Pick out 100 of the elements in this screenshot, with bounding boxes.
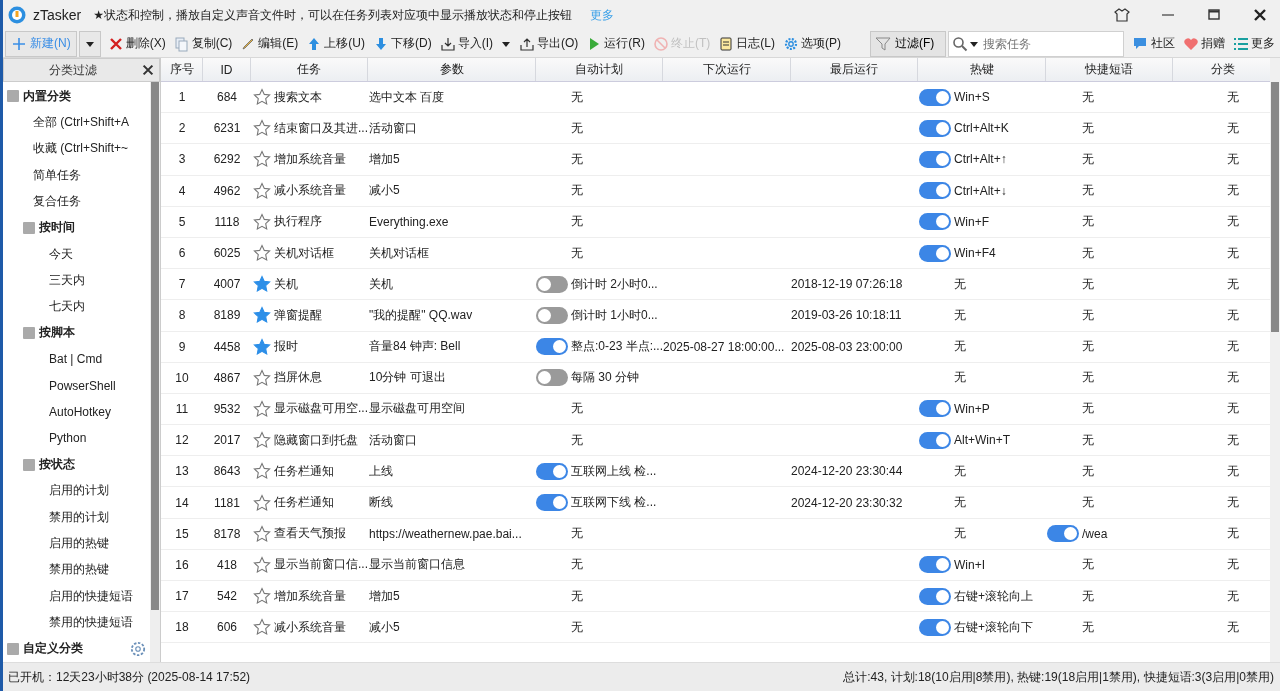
toggle-switch[interactable]: [919, 431, 951, 449]
scrollbar[interactable]: [150, 82, 160, 662]
toolbar-button[interactable]: 日志(L): [715, 30, 778, 57]
category-item[interactable]: 禁用的计划: [49, 508, 109, 526]
table-cell: 606: [217, 620, 237, 635]
category-item[interactable]: 禁用的快捷短语: [49, 613, 133, 631]
column-header[interactable]: 最后运行: [791, 58, 918, 81]
star-outline-icon[interactable]: [253, 462, 271, 481]
toolbar-link[interactable]: 捐赠: [1180, 30, 1228, 57]
toggle-switch[interactable]: [919, 244, 951, 262]
toggle-switch[interactable]: [919, 88, 951, 106]
category-item[interactable]: 禁用的热键: [49, 561, 109, 579]
category-item[interactable]: 启用的快捷短语: [49, 587, 133, 605]
toolbar-button[interactable]: 导入(I): [436, 30, 496, 57]
column-header[interactable]: ID: [203, 58, 251, 81]
toolbar-button[interactable]: 复制(C): [170, 30, 236, 57]
table-cell: 增加5: [369, 587, 400, 605]
column-header[interactable]: 下次运行: [663, 58, 791, 81]
column-header[interactable]: 参数: [368, 58, 536, 81]
star-outline-icon[interactable]: [253, 555, 271, 574]
category-item[interactable]: Python: [49, 431, 87, 446]
toggle-switch[interactable]: [919, 400, 951, 418]
column-header[interactable]: 快捷短语: [1046, 58, 1173, 81]
toolbar-link[interactable]: 社区: [1130, 30, 1178, 57]
toggle-switch[interactable]: [536, 494, 568, 512]
toggle-switch[interactable]: [1047, 525, 1079, 543]
column-header[interactable]: 任务: [251, 58, 368, 81]
category-item[interactable]: 自定义分类: [23, 640, 83, 658]
star-outline-icon[interactable]: [253, 181, 271, 200]
toolbar-button[interactable]: 运行(R): [583, 30, 648, 57]
toolbar-button[interactable]: 导出(O): [516, 30, 582, 57]
table-cell: 无: [1082, 494, 1094, 512]
category-item[interactable]: 按状态: [39, 456, 75, 474]
toggle-switch[interactable]: [536, 306, 568, 324]
category-item[interactable]: 全部 (Ctrl+Shift+A: [33, 113, 130, 131]
column-header[interactable]: 热键: [918, 58, 1046, 81]
table-cell: 14: [175, 495, 189, 510]
toggle-switch[interactable]: [919, 556, 951, 574]
category-item[interactable]: 启用的计划: [49, 482, 109, 500]
column-header[interactable]: 自动计划: [536, 58, 663, 81]
search-field[interactable]: 搜索任务: [948, 30, 1124, 57]
star-outline-icon[interactable]: [253, 119, 271, 138]
star-outline-icon[interactable]: [253, 399, 271, 418]
close-button[interactable]: [141, 63, 155, 77]
table-cell: 减小5: [369, 182, 400, 200]
category-item[interactable]: 复合任务: [33, 192, 81, 210]
star-outline-icon[interactable]: [253, 618, 271, 637]
category-item[interactable]: 按脚本: [39, 324, 75, 342]
filter-button[interactable]: 过滤(F): [870, 30, 946, 57]
star-filled-icon[interactable]: [253, 337, 271, 356]
toolbar-button[interactable]: 下移(D): [370, 30, 435, 57]
toggle-switch[interactable]: [536, 462, 568, 480]
import-icon: [439, 35, 456, 52]
table-cell: 隐藏窗口到托盘: [274, 431, 358, 449]
category-item[interactable]: PowserShell: [49, 378, 116, 393]
star-outline-icon[interactable]: [253, 244, 271, 263]
toolbar-button[interactable]: 选项(P): [780, 30, 844, 57]
toolbar-link[interactable]: 更多: [1230, 30, 1278, 57]
category-item[interactable]: Bat | Cmd: [49, 352, 103, 367]
star-outline-icon[interactable]: [253, 431, 271, 450]
table-cell: 2019-03-26 10:18:11: [791, 308, 902, 323]
star-outline-icon[interactable]: [253, 587, 271, 606]
heart-icon: [1183, 35, 1199, 52]
star-outline-icon[interactable]: [253, 368, 271, 387]
star-outline-icon[interactable]: [253, 212, 271, 231]
category-item[interactable]: 今天: [49, 245, 73, 263]
toolbar-button[interactable]: 删除(X): [104, 30, 169, 57]
category-item[interactable]: 三天内: [49, 271, 85, 289]
toggle-switch[interactable]: [536, 338, 568, 356]
star-outline-icon[interactable]: [253, 493, 271, 512]
collapse-icon[interactable]: [23, 221, 35, 234]
star-outline-icon[interactable]: [253, 150, 271, 169]
collapse-icon[interactable]: [23, 458, 35, 471]
toggle-switch[interactable]: [919, 182, 951, 200]
toggle-switch[interactable]: [919, 119, 951, 137]
toggle-switch[interactable]: [919, 618, 951, 636]
toggle-switch[interactable]: [919, 587, 951, 605]
toggle-switch[interactable]: [919, 213, 951, 231]
category-item[interactable]: 收藏 (Ctrl+Shift+~: [33, 140, 129, 158]
toggle-switch[interactable]: [536, 369, 568, 387]
column-header[interactable]: 序号: [161, 58, 203, 81]
dropdown-button[interactable]: [78, 30, 101, 57]
category-item[interactable]: 内置分类: [23, 87, 71, 105]
category-item[interactable]: AutoHotkey: [49, 404, 112, 419]
collapse-icon[interactable]: [23, 326, 35, 339]
collapse-icon[interactable]: [7, 642, 19, 655]
category-item[interactable]: 启用的热键: [49, 534, 109, 552]
category-item[interactable]: 按时间: [39, 219, 75, 237]
star-outline-icon[interactable]: [253, 88, 271, 107]
collapse-icon[interactable]: [7, 90, 19, 103]
toggle-switch[interactable]: [919, 150, 951, 168]
star-filled-icon[interactable]: [253, 275, 271, 294]
star-outline-icon[interactable]: [253, 524, 271, 543]
toolbar-button[interactable]: 编辑(E): [237, 30, 302, 57]
toolbar-button[interactable]: 上移(U): [303, 30, 368, 57]
scrollbar[interactable]: [1270, 58, 1280, 662]
toggle-switch[interactable]: [536, 275, 568, 293]
star-filled-icon[interactable]: [253, 306, 271, 325]
category-item[interactable]: 七天内: [49, 298, 85, 316]
category-item[interactable]: 简单任务: [33, 166, 81, 184]
